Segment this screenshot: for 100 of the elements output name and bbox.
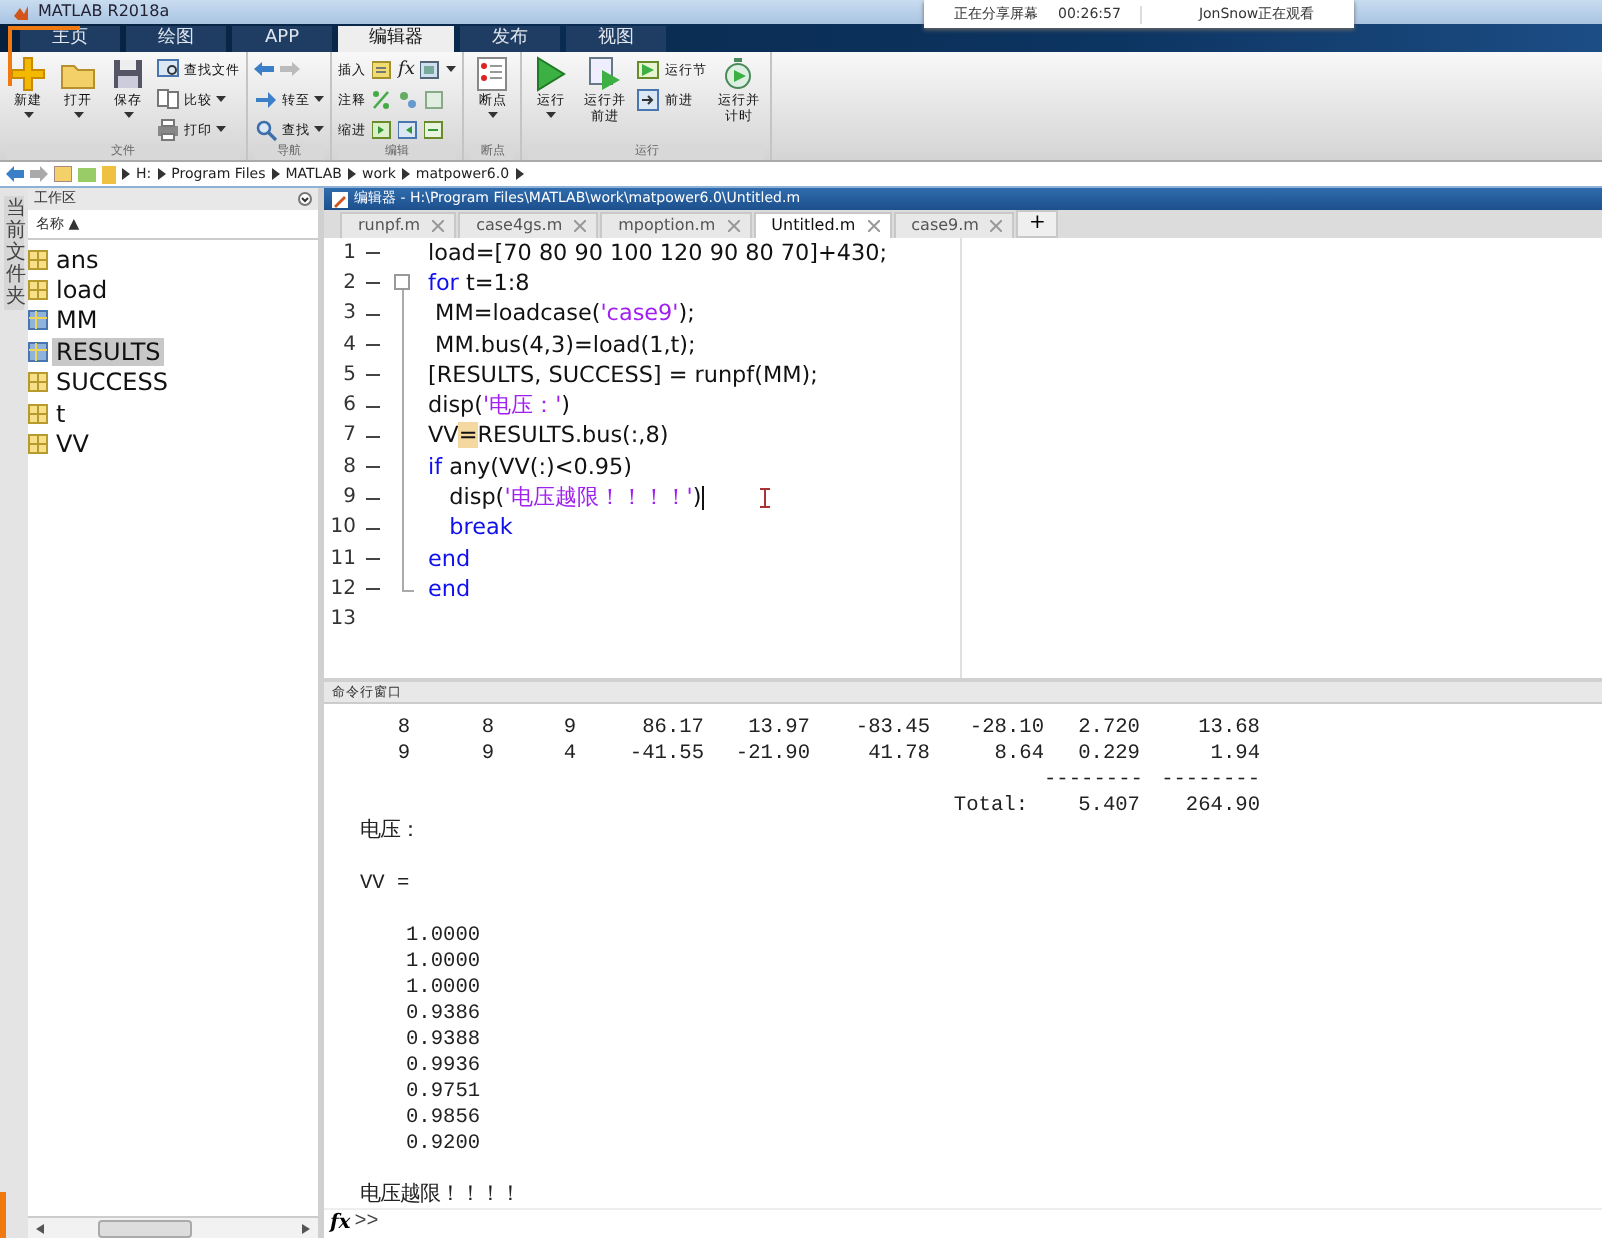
- breakpoint-dash[interactable]: [366, 252, 380, 255]
- breakpoint-dash[interactable]: [366, 374, 380, 377]
- code-line: MM.bus(4,3)=load(1,t);: [433, 331, 696, 360]
- output-value: 0.9751: [406, 1079, 481, 1103]
- horizontal-scrollbar[interactable]: [28, 1216, 318, 1238]
- breakpoint-dash[interactable]: [366, 497, 380, 500]
- variable-name[interactable]: VV: [52, 430, 93, 459]
- chevron-icon: [347, 168, 356, 180]
- output-text: 电压越限！！！！: [360, 1183, 520, 1207]
- chevron-icon: [271, 168, 280, 180]
- structure-icon: [28, 310, 48, 331]
- variable-name[interactable]: t: [52, 399, 70, 428]
- close-icon[interactable]: [574, 220, 587, 232]
- line-number: 12: [328, 577, 356, 602]
- output-value: -83.45: [853, 715, 930, 739]
- chevron-icon: [122, 168, 130, 180]
- breakpoint-dash[interactable]: [366, 344, 380, 347]
- line-number: 13: [328, 608, 356, 633]
- output-value: 0.9386: [406, 1001, 481, 1025]
- output-value: 86.17: [640, 715, 704, 739]
- code-line: disp('电压：'): [428, 392, 571, 421]
- code-line: if any(VV(:)<0.95): [428, 453, 632, 482]
- code-editor[interactable]: [324, 238, 1602, 682]
- scroll-right-icon: [301, 1223, 310, 1233]
- breakpoint-dash[interactable]: [366, 313, 380, 316]
- output-value: -28.10: [967, 715, 1044, 739]
- ribbon-tab[interactable]: 发布: [460, 26, 560, 52]
- breakpoint-dash[interactable]: [366, 282, 380, 285]
- breakpoint-dash[interactable]: [366, 558, 380, 561]
- output-value: 9: [479, 741, 494, 765]
- new-tab-button[interactable]: +: [1016, 210, 1058, 238]
- breakpoint-dash[interactable]: [366, 588, 380, 591]
- command-prompt: >>: [354, 1212, 379, 1236]
- output-value: 41.78: [866, 741, 930, 765]
- file-tab[interactable]: runpf.m: [340, 212, 457, 238]
- output-value: 0.9200: [406, 1131, 481, 1155]
- ribbon-tab[interactable]: 编辑器: [338, 26, 454, 52]
- file-tab[interactable]: case4gs.m: [458, 212, 599, 238]
- close-icon[interactable]: [990, 220, 1003, 232]
- ribbon-tab[interactable]: 绘图: [126, 26, 226, 52]
- fold-toggle[interactable]: [394, 274, 410, 291]
- line-number: 4: [341, 333, 356, 358]
- tool-icon[interactable]: [372, 119, 392, 139]
- back-arrow-icon[interactable]: [254, 60, 274, 78]
- line-number: 8: [341, 455, 356, 480]
- output-value: 1.94: [1208, 741, 1260, 765]
- scroll-left-icon: [36, 1223, 44, 1233]
- ribbon-tab[interactable]: APP: [232, 26, 332, 52]
- breakpoint-dash[interactable]: [366, 466, 380, 469]
- output-value: 2.720: [1076, 715, 1140, 739]
- matrix-icon: [28, 372, 48, 393]
- line-number: 3: [341, 302, 356, 327]
- variable-name[interactable]: MM: [52, 306, 102, 335]
- tool-icon[interactable]: [398, 89, 418, 109]
- separator-line: --------: [1159, 767, 1260, 791]
- tool-icon[interactable]: [424, 119, 444, 139]
- ribbon-tab[interactable]: 视图: [566, 26, 666, 52]
- panel-menu-icon[interactable]: [298, 192, 312, 206]
- breakpoint-dash[interactable]: [366, 405, 380, 408]
- matrix-icon: [28, 434, 48, 455]
- function-icon[interactable]: fx: [398, 59, 415, 79]
- function-browser-icon[interactable]: fx: [330, 1212, 351, 1236]
- output-value: 1.0000: [406, 949, 481, 973]
- back-arrow-icon[interactable]: [6, 166, 24, 182]
- variable-name[interactable]: SUCCESS: [52, 368, 172, 397]
- separator-line: --------: [1044, 767, 1140, 791]
- close-icon[interactable]: [867, 220, 880, 232]
- output-value: 4: [561, 741, 576, 765]
- breakpoint-icon: [474, 56, 511, 92]
- output-value: 8: [395, 715, 410, 739]
- printer-icon: [156, 117, 180, 141]
- tool-icon[interactable]: [372, 59, 392, 79]
- file-tab[interactable]: Untitled.m: [753, 212, 892, 238]
- variable-name[interactable]: load: [52, 276, 112, 305]
- output-value: 0.9856: [406, 1105, 481, 1129]
- variable-name[interactable]: ans: [52, 245, 103, 274]
- go-to-icon: [254, 87, 278, 111]
- tool-icon[interactable]: [420, 59, 441, 79]
- line-number: 7: [341, 424, 356, 449]
- line-number: 9: [341, 486, 356, 511]
- output-value: 0.229: [1076, 741, 1140, 765]
- close-icon[interactable]: [432, 220, 445, 232]
- file-tab[interactable]: case9.m: [893, 212, 1015, 238]
- file-tab[interactable]: mpoption.m: [600, 212, 752, 238]
- tool-icon[interactable]: [398, 119, 418, 139]
- code-line: MM=loadcase('case9');: [433, 300, 695, 329]
- variable-name[interactable]: RESULTS: [52, 337, 165, 366]
- output-value: -21.90: [733, 741, 810, 765]
- line-number: 5: [341, 363, 356, 388]
- line-number: 6: [341, 394, 356, 419]
- chevron-icon: [157, 168, 166, 180]
- code-line: [RESULTS, SUCCESS] = runpf(MM);: [428, 361, 818, 390]
- breakpoint-dash[interactable]: [366, 435, 380, 438]
- side-tab[interactable]: 当前文件夹: [4, 196, 24, 310]
- breakpoint-dash[interactable]: [366, 527, 380, 530]
- close-icon[interactable]: [727, 220, 740, 232]
- output-value: 0.9388: [406, 1027, 481, 1051]
- tool-icon[interactable]: [372, 89, 392, 109]
- run-section-icon: [636, 57, 661, 81]
- forward-arrow-icon[interactable]: [30, 166, 48, 182]
